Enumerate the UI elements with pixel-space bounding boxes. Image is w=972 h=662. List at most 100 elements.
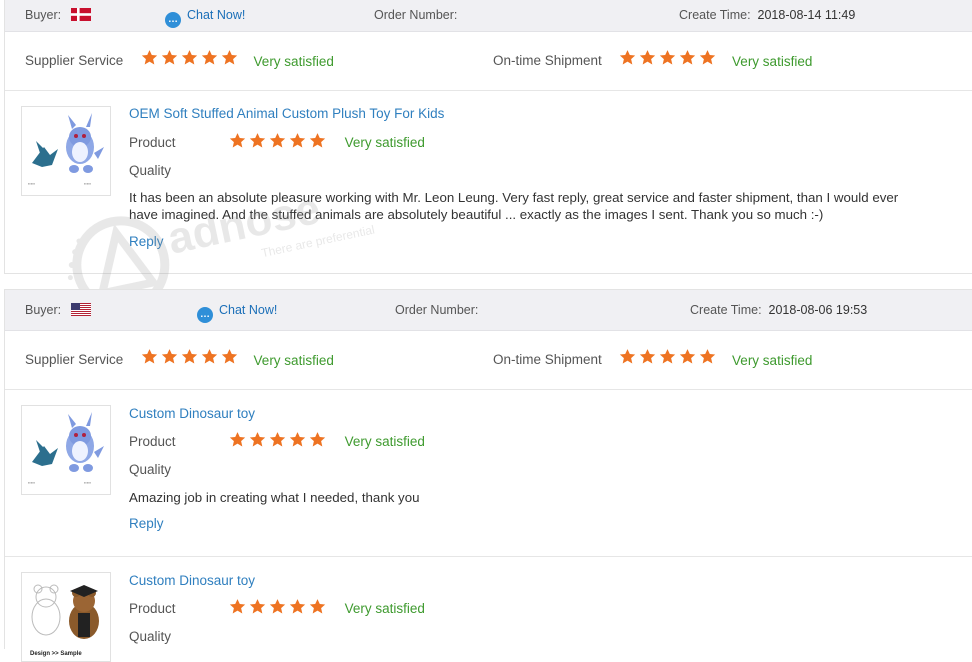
svg-text:▪▪▪▪▪: ▪▪▪▪▪ — [28, 181, 36, 186]
star-icon — [700, 49, 716, 65]
star-icon — [680, 348, 696, 364]
star-icon — [289, 599, 306, 614]
create-time-value: 2018-08-06 19:53 — [768, 303, 868, 317]
review-header: Buyer: … Chat Now! Order Number: Create T… — [5, 0, 972, 32]
flag-denmark-icon — [70, 8, 91, 21]
dragon-plush-image: ▪▪▪▪▪ ▪▪▪▪▪ — [28, 412, 104, 485]
product-review: ▪▪▪▪▪ ▪▪▪▪▪ Custom Dinosaur toy Product … — [5, 390, 972, 557]
create-time: Create Time: 2018-08-14 11:49 — [679, 0, 855, 31]
product-review: ▪▪▪▪▪ ▪▪▪▪▪ OEM Soft Stuffed Animal Cust… — [5, 91, 972, 272]
service-ratings: Supplier Service Very satisfied On-time … — [5, 32, 972, 91]
star-icon — [221, 49, 238, 65]
review-card: Buyer: … Chat Now! Order Number: Create T… — [4, 289, 972, 662]
star-icon — [680, 49, 696, 65]
star-icon — [141, 348, 158, 364]
product-name-link[interactable]: Custom Dinosaur toy — [129, 573, 255, 588]
shipment-stars — [619, 332, 719, 390]
buyer-label: Buyer: — [25, 8, 62, 22]
star-icon — [249, 599, 266, 614]
on-time-shipment: On-time Shipment Very satisfied — [493, 331, 812, 390]
on-time-shipment: On-time Shipment Very satisfied — [493, 32, 812, 91]
product-rating: Very satisfied — [229, 598, 425, 618]
service-ratings: Supplier Service Very satisfied On-time … — [5, 331, 972, 390]
chat-now-label: Chat Now! — [219, 303, 278, 317]
product-name-link[interactable]: OEM Soft Stuffed Animal Custom Plush Toy… — [129, 106, 444, 121]
create-time-label: Create Time: — [679, 8, 751, 22]
star-icon — [640, 49, 656, 65]
shipment-text: Very satisfied — [732, 53, 813, 69]
order-number-label: Order Number: — [374, 8, 458, 22]
svg-text:▪▪▪▪▪: ▪▪▪▪▪ — [84, 480, 92, 485]
star-icon — [269, 133, 286, 148]
star-icon — [201, 49, 218, 65]
star-icon — [229, 133, 246, 148]
star-icon — [660, 49, 676, 65]
buyer-info: Buyer: — [25, 0, 91, 31]
star-icon — [269, 599, 286, 614]
star-icon — [181, 49, 198, 65]
chat-bubble-icon: … — [197, 307, 213, 323]
thumb-caption: Design >> Sample — [30, 651, 82, 657]
supplier-service-text: Very satisfied — [253, 352, 334, 368]
chat-bubble-icon: … — [165, 12, 181, 28]
star-icon — [249, 432, 266, 447]
reply-link[interactable]: Reply — [129, 234, 164, 249]
create-time-value: 2018-08-14 11:49 — [757, 8, 856, 22]
star-icon — [620, 348, 636, 364]
star-icon — [161, 49, 178, 65]
supplier-service: Supplier Service Very satisfied — [25, 32, 334, 91]
star-icon — [269, 432, 286, 447]
quality-label: Quality — [129, 462, 172, 477]
shipment-text: Very satisfied — [732, 352, 813, 368]
flag-usa-icon — [70, 303, 91, 316]
shipment-label: On-time Shipment — [493, 352, 602, 367]
review-header: Buyer: … Chat Now! Order Number: Create T… — [5, 290, 972, 331]
product-stars — [229, 598, 329, 618]
star-icon — [161, 348, 178, 364]
review-comment: Amazing job in creating what I needed, t… — [129, 490, 420, 505]
product-label: Product — [129, 135, 176, 150]
product-rating-text: Very satisfied — [344, 600, 425, 616]
supplier-service-label: Supplier Service — [25, 53, 124, 68]
star-icon — [309, 133, 326, 148]
star-icon — [309, 432, 326, 447]
chat-now-button[interactable]: … Chat Now! — [165, 0, 245, 31]
create-time-label: Create Time: — [690, 303, 762, 317]
product-stars — [229, 431, 329, 451]
product-thumbnail[interactable]: Design >> Sample — [21, 572, 111, 662]
supplier-service-label: Supplier Service — [25, 352, 124, 367]
product-thumbnail[interactable]: ▪▪▪▪▪ ▪▪▪▪▪ — [21, 405, 111, 495]
order-number-label: Order Number: — [395, 303, 479, 317]
quality-label: Quality — [129, 629, 172, 644]
product-rating: Very satisfied — [229, 431, 425, 451]
dragon-plush-image: ▪▪▪▪▪ ▪▪▪▪▪ — [28, 113, 104, 186]
svg-text:▪▪▪▪▪: ▪▪▪▪▪ — [28, 480, 36, 485]
product-rating: Very satisfied — [229, 132, 425, 152]
chat-now-label: Chat Now! — [187, 8, 246, 22]
buyer-info: Buyer: — [25, 290, 91, 330]
star-icon — [201, 348, 218, 364]
review-card: Buyer: … Chat Now! Order Number: Create T… — [4, 0, 972, 274]
shipment-label: On-time Shipment — [493, 53, 602, 68]
star-icon — [141, 49, 158, 65]
product-thumbnail[interactable]: ▪▪▪▪▪ ▪▪▪▪▪ — [21, 106, 111, 196]
product-stars — [229, 132, 329, 152]
star-icon — [181, 348, 198, 364]
product-rating-text: Very satisfied — [344, 134, 425, 150]
star-icon — [229, 432, 246, 447]
quality-label: Quality — [129, 163, 172, 178]
star-icon — [620, 49, 636, 65]
supplier-service-stars — [141, 332, 241, 390]
chat-now-button[interactable]: … Chat Now! — [197, 290, 277, 330]
reply-link[interactable]: Reply — [129, 516, 164, 531]
product-rating-text: Very satisfied — [344, 433, 425, 449]
star-icon — [229, 599, 246, 614]
create-time: Create Time: 2018-08-06 19:53 — [690, 290, 867, 330]
supplier-service: Supplier Service Very satisfied — [25, 331, 334, 390]
product-name-link[interactable]: Custom Dinosaur toy — [129, 406, 255, 421]
star-icon — [309, 599, 326, 614]
supplier-service-text: Very satisfied — [253, 53, 334, 69]
review-comment: It has been an absolute pleasure working… — [129, 190, 899, 222]
buyer-label: Buyer: — [25, 303, 62, 317]
product-label: Product — [129, 434, 176, 449]
